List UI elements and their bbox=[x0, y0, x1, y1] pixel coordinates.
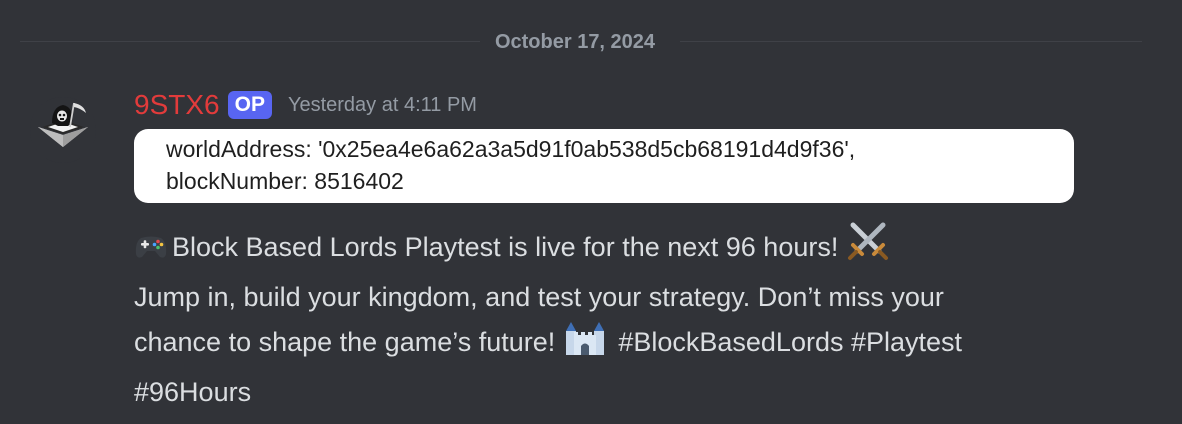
message-timestamp[interactable]: Yesterday at 4:11 PM bbox=[288, 93, 477, 117]
reaper-avatar-icon bbox=[30, 97, 96, 163]
crossed-swords-icon bbox=[846, 220, 890, 275]
text-line2: Jump in, build your kingdom, and test yo… bbox=[134, 282, 944, 312]
message-header: 9STX6 OP Yesterday at 4:11 PM bbox=[134, 88, 477, 122]
castle-icon bbox=[563, 319, 607, 370]
hashtag-line: #96Hours bbox=[134, 377, 252, 407]
message-content: Block Based Lords Playtest is live for t… bbox=[134, 220, 1074, 414]
game-controller-icon bbox=[134, 231, 168, 275]
hashtags: #BlockBasedLords #Playtest bbox=[618, 327, 963, 357]
message-line: chance to shape the game’s future! #Bloc… bbox=[134, 319, 1074, 370]
divider-line-left bbox=[20, 41, 480, 42]
op-badge: OP bbox=[227, 91, 272, 119]
code-line: worldAddress: '0x25ea4e6a62a3a5d91f0ab53… bbox=[166, 136, 856, 162]
code-line: blockNumber: 8516402 bbox=[166, 168, 404, 194]
chat-view: October 17, 2024 9STX6 OP Yesterday at 4… bbox=[0, 0, 1182, 424]
message-line: Block Based Lords Playtest is live for t… bbox=[134, 220, 1074, 275]
divider-line-right bbox=[680, 41, 1142, 42]
text-line3a: chance to shape the game’s future! bbox=[134, 327, 556, 357]
text-line1: Block Based Lords Playtest is live for t… bbox=[172, 232, 839, 262]
avatar[interactable] bbox=[30, 97, 96, 163]
image-attachment[interactable]: worldAddress: '0x25ea4e6a62a3a5d91f0ab53… bbox=[134, 129, 1074, 203]
author-name[interactable]: 9STX6 bbox=[134, 88, 220, 122]
divider-date: October 17, 2024 bbox=[494, 31, 656, 53]
